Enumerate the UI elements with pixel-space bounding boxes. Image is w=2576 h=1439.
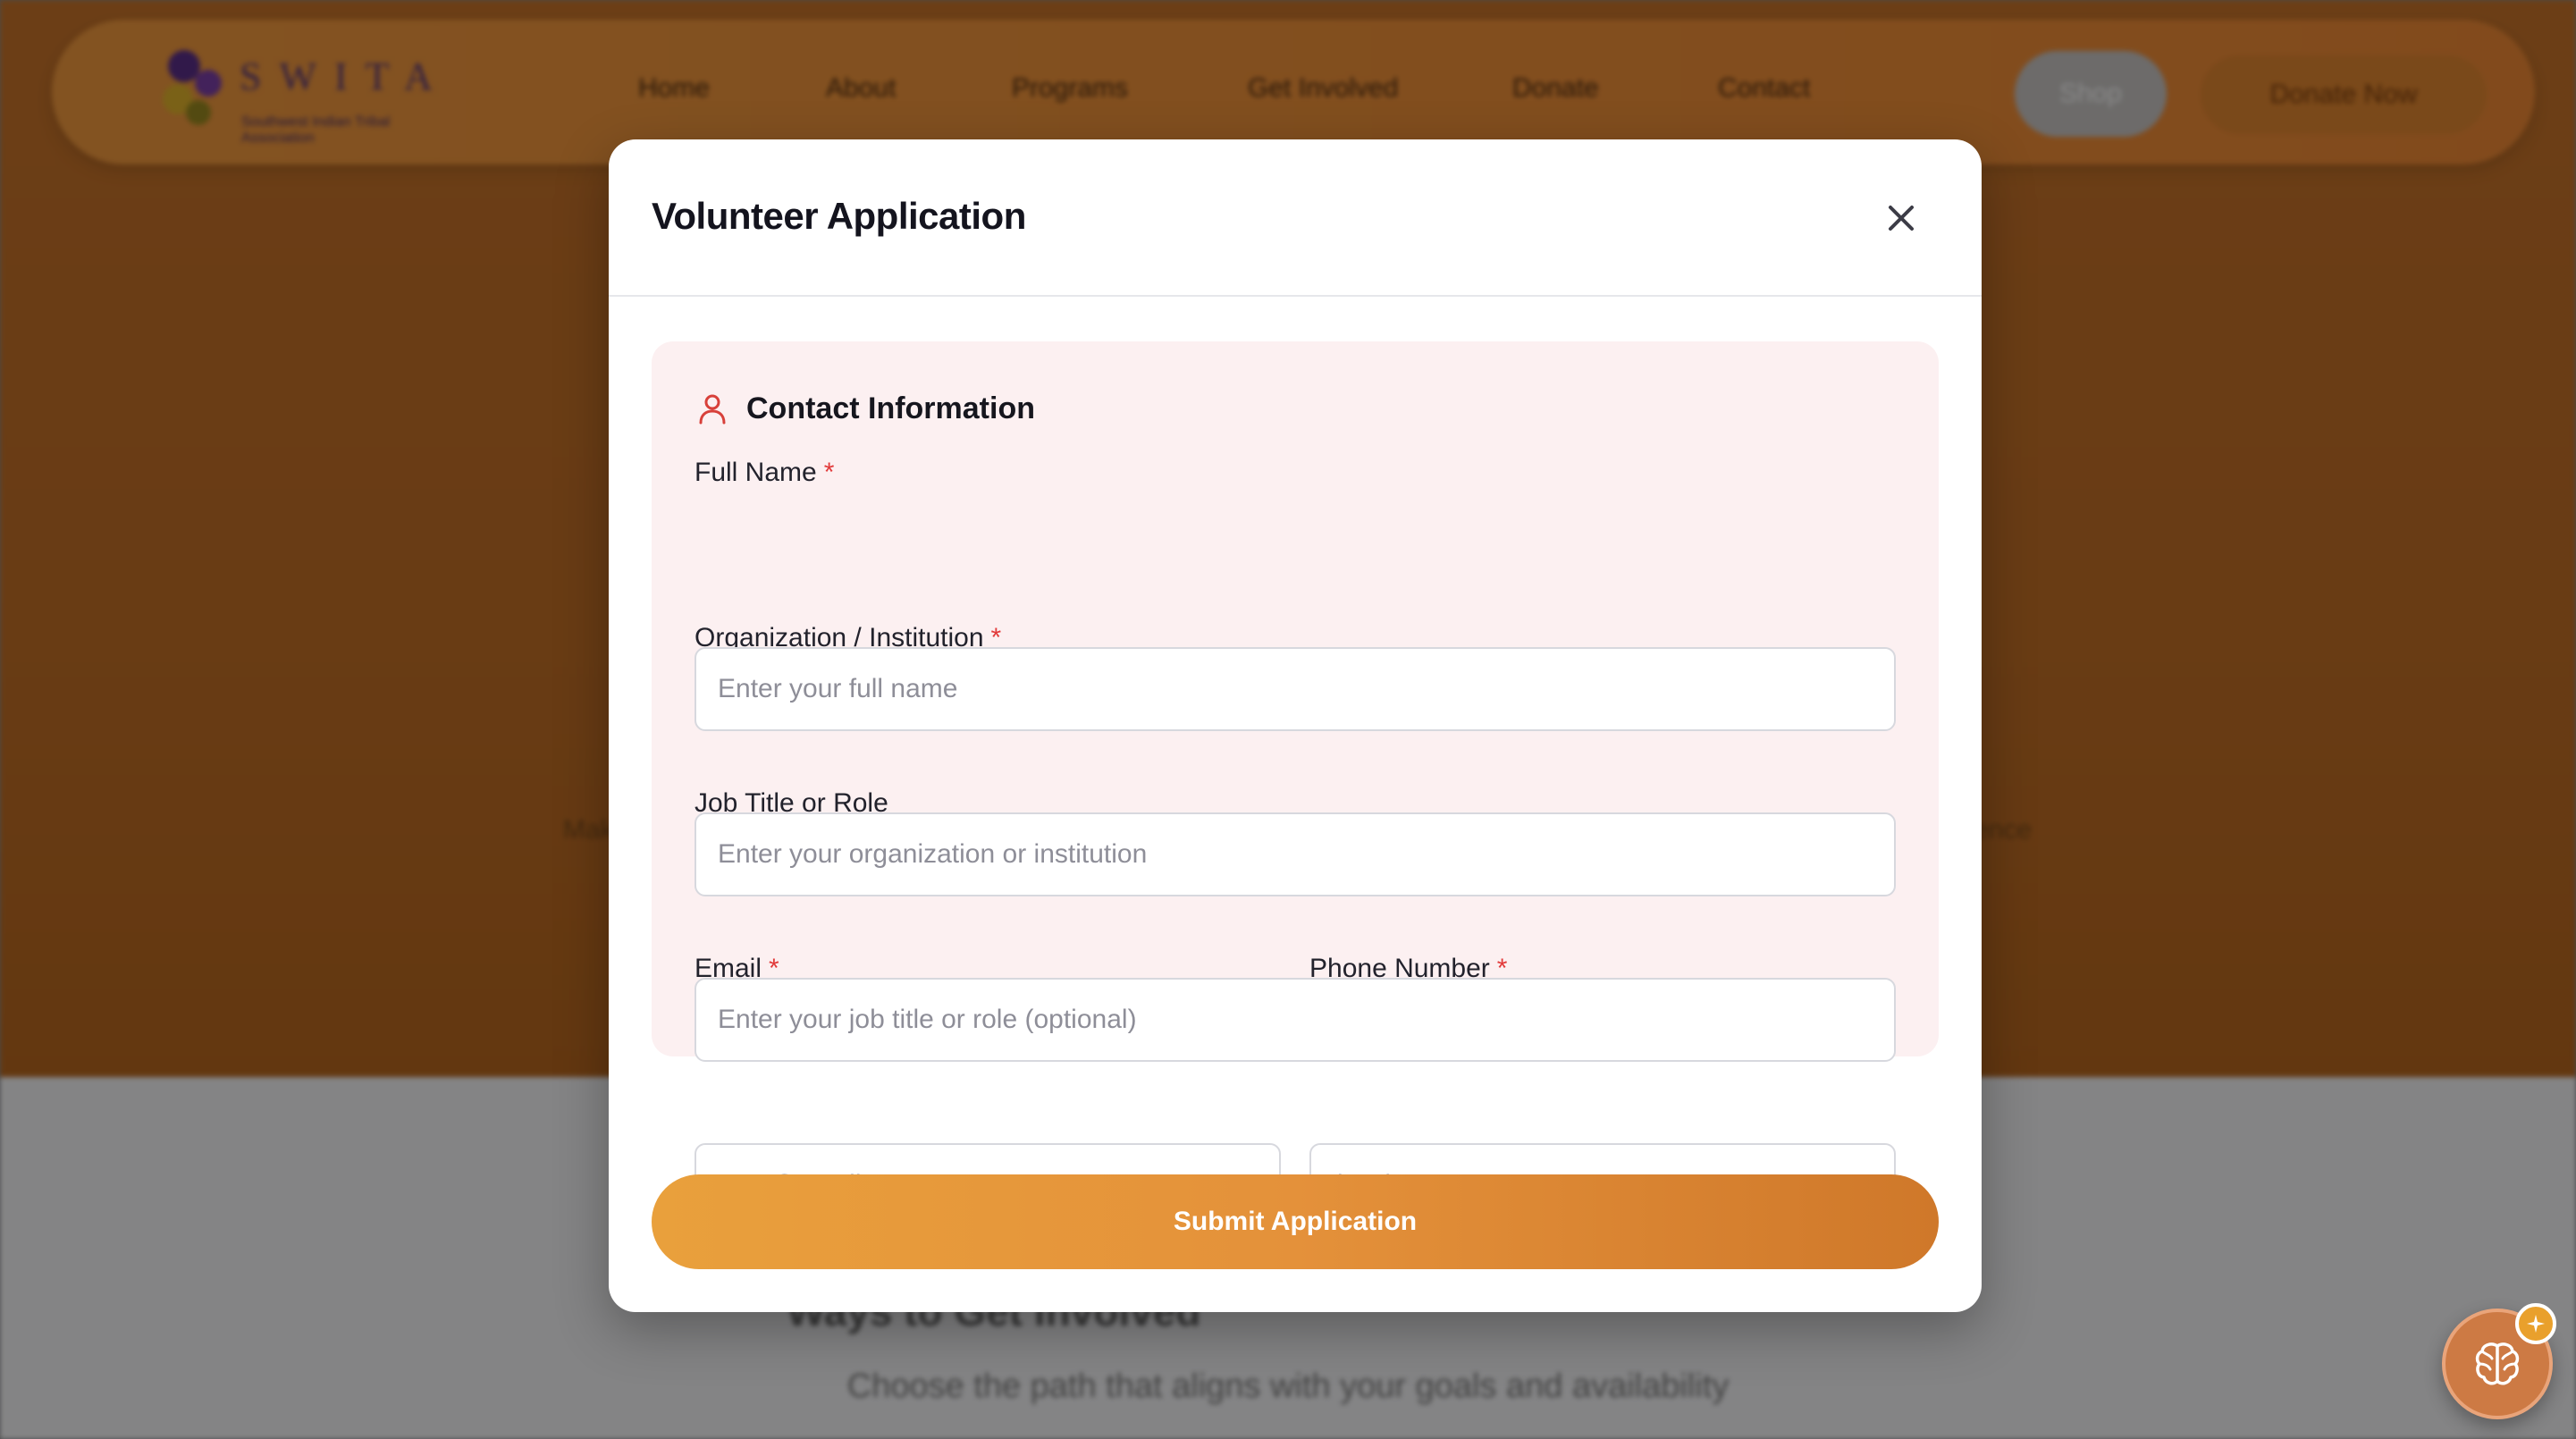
full-name-label: Full Name * [695,458,834,488]
close-icon [1889,206,1914,231]
section-header: Contact Information [695,386,1035,431]
modal-header: Volunteer Application [609,139,1982,297]
section-title: Contact Information [746,391,1035,425]
user-icon [699,394,726,425]
organization-input[interactable] [695,812,1896,896]
close-button[interactable] [1878,195,1924,241]
volunteer-application-modal: Volunteer Application Contact Informatio… [609,139,1982,1312]
ai-assistant-button[interactable] [2442,1303,2556,1419]
required-mark: * [823,458,835,487]
job-title-input[interactable] [695,978,1896,1062]
brain-icon [2475,1342,2520,1385]
sparkle-icon [2527,1315,2545,1333]
modal-title: Volunteer Application [652,195,1026,237]
submit-application-button[interactable]: Submit Application [652,1174,1939,1269]
sparkle-badge [2515,1303,2556,1344]
full-name-input[interactable] [695,647,1896,731]
full-name-label-text: Full Name [695,458,817,487]
